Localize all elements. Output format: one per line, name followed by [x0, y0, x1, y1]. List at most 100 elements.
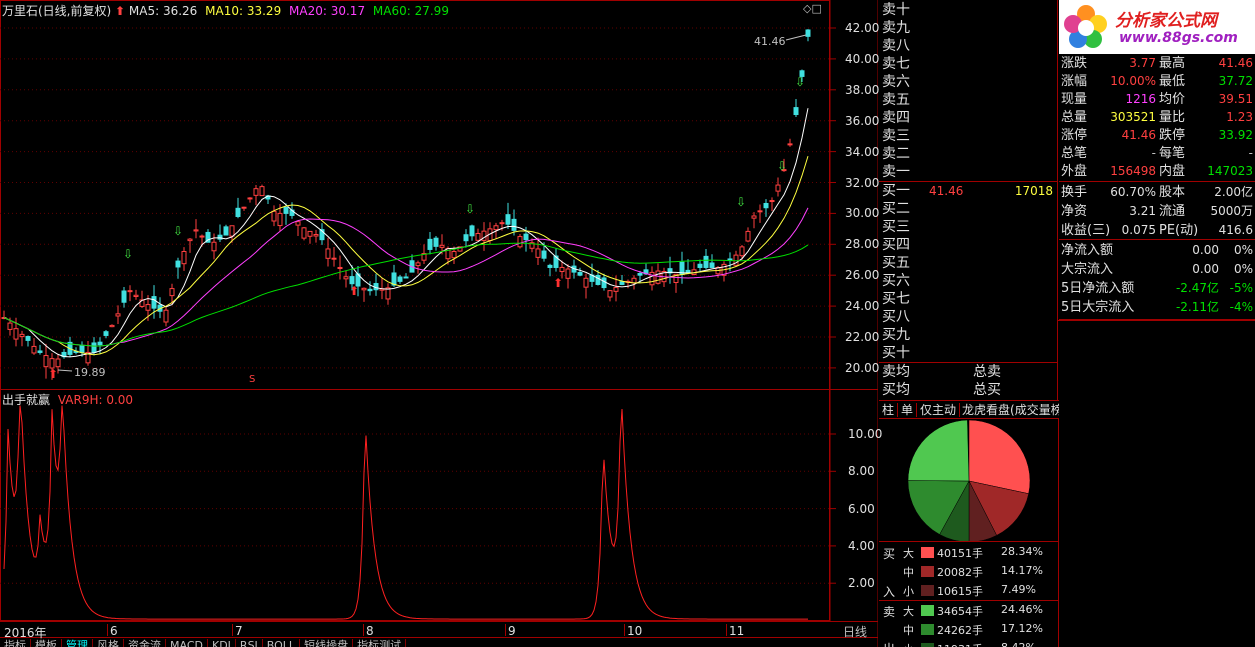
- tab-single[interactable]: 单: [898, 403, 918, 417]
- candle-body: [727, 258, 733, 261]
- buy-level-label: 买五: [882, 255, 910, 271]
- candle-body: [469, 225, 475, 237]
- tab-indicator[interactable]: 指标: [0, 639, 31, 647]
- flow-label: 5日净流入额: [1061, 281, 1135, 296]
- candle-body: [739, 246, 745, 257]
- tab-style[interactable]: 风格: [93, 639, 124, 647]
- price-tick: 38.00: [845, 82, 880, 97]
- candle-body: [259, 186, 265, 197]
- date-tick-mark: [107, 624, 108, 636]
- tab-manage[interactable]: 管理: [62, 639, 93, 647]
- candle-body: [97, 341, 103, 346]
- low-pointer: [57, 369, 73, 372]
- candle-body: [109, 324, 115, 328]
- quote-value: 41.46: [1218, 56, 1253, 70]
- candle-body: [151, 296, 157, 309]
- candle-body: [163, 309, 169, 323]
- candle-body: [505, 214, 511, 225]
- tab-indicator-test[interactable]: 指标测试: [353, 639, 407, 647]
- tab-active-only[interactable]: 仅主动: [917, 403, 961, 417]
- indicator-line: [3, 405, 808, 620]
- flow-label: 大宗流入: [1061, 262, 1114, 277]
- quote-value: 41.46: [1121, 128, 1156, 142]
- quote-value: 2.00亿: [1214, 185, 1253, 199]
- kline-chart[interactable]: ⇩ ⇩ ⇩ ⇩ ⇩ ⇩ ⬆ ⬆ ⬆: [0, 0, 878, 647]
- candle-body: [745, 230, 751, 242]
- date-tick: 6: [110, 624, 118, 638]
- quote-label: 内盘: [1159, 164, 1186, 179]
- buy-level-label: 买二: [882, 201, 910, 217]
- quote-panel: 涨跌 3.77 最高 41.46 涨幅 10.00% 最低 37.72 现量 1216 均价 39.5…: [1059, 54, 1255, 320]
- price-tick: 26.00: [845, 268, 880, 283]
- sell-level-label: 卖六: [882, 74, 910, 90]
- flower-logo-icon: [1064, 5, 1107, 48]
- stock-title: 万里石(日线,前复权): [2, 4, 112, 18]
- price-tick: 32.00: [845, 175, 880, 190]
- candle-body: [91, 342, 97, 353]
- quote-value: -: [1151, 146, 1156, 160]
- panel-tabs: 柱单仅主动 龙虎看盘(成交量榜): [879, 400, 1059, 419]
- maximize-icon[interactable]: □: [811, 2, 821, 15]
- buy-level-volume: 17018: [1014, 184, 1053, 198]
- candle-body: [37, 350, 43, 353]
- candle-body: [415, 262, 421, 267]
- candle-body: [511, 218, 517, 231]
- quote-value: 5000万: [1210, 204, 1253, 218]
- candle-body: [331, 257, 337, 260]
- candle-body: [367, 288, 373, 292]
- quote-value: 1.23: [1226, 110, 1253, 124]
- tab-bar-chart[interactable]: 柱: [879, 403, 899, 417]
- tab-capital-flow[interactable]: 资金流: [124, 639, 166, 647]
- candle-body: [619, 281, 625, 285]
- tab-template[interactable]: 模板: [31, 639, 62, 647]
- total-sell-label: 总卖: [973, 364, 1001, 380]
- flow-size-label: 小: [903, 641, 914, 647]
- candle-body: [187, 238, 193, 242]
- flow-percent: 8.42%: [1001, 641, 1036, 647]
- tab-short-trade[interactable]: 短线操盘: [300, 639, 354, 647]
- price-tick: 42.00: [845, 21, 880, 35]
- candle-body: [361, 287, 367, 291]
- ma5-line: [3, 108, 809, 358]
- candle-body: [523, 233, 529, 241]
- tab-macd[interactable]: MACD: [166, 639, 208, 647]
- indicator-var: VAR9H: 0.00: [57, 393, 134, 407]
- tab-kdj[interactable]: KDJ: [208, 639, 236, 647]
- candle-body: [517, 236, 523, 248]
- flow-percent: 17.12%: [1001, 622, 1043, 635]
- candle-body: [403, 276, 409, 279]
- candle-body: [121, 290, 127, 303]
- indicator-tick: 6.00: [848, 501, 875, 516]
- candle-body: [43, 355, 49, 368]
- flow-volume: 40151手: [937, 547, 983, 560]
- divider: [879, 600, 1059, 601]
- buy-level-label: 买三: [882, 219, 910, 235]
- price-tick: 34.00: [845, 144, 880, 159]
- flow-percent: 28.34%: [1001, 545, 1043, 558]
- candle-body: [31, 345, 37, 354]
- candle-body: [169, 288, 175, 297]
- candle-body: [325, 248, 331, 259]
- tab-rsi[interactable]: RSI: [236, 639, 263, 647]
- up-arrow-icon: ⬆: [349, 284, 359, 298]
- down-arrow-icon: ⇩: [777, 159, 787, 173]
- date-tick: 9: [508, 624, 516, 638]
- logo-url: www.88gs.com: [1119, 30, 1238, 46]
- date-tick: 8: [366, 624, 374, 638]
- period-label[interactable]: 日线: [843, 623, 867, 640]
- tab-boll[interactable]: BOLL: [263, 639, 301, 647]
- candle-body: [235, 207, 241, 217]
- sell-level-label: 卖一: [882, 164, 910, 180]
- quote-value: 156498: [1110, 164, 1156, 178]
- chart-legend: 万里石(日线,前复权) ⬆ MA5: 36.26 MA10: 33.29 MA2…: [2, 2, 449, 19]
- tab-dragon-tiger[interactable]: 龙虎看盘(成交量榜): [960, 403, 1059, 417]
- quote-label: 最低: [1159, 74, 1186, 89]
- candle-body: [775, 184, 781, 192]
- candle-body: [805, 29, 811, 37]
- candle-body: [79, 345, 85, 353]
- main-chart-panel[interactable]: ⇩ ⇩ ⇩ ⇩ ⇩ ⇩ ⬆ ⬆ ⬆ 万里石(日线,前复权) ⬆ MA5: 36.26 MA10:…: [0, 0, 882, 647]
- candle-body: [349, 276, 355, 285]
- flow-value: 0.00: [1192, 243, 1219, 257]
- up-arrow-icon: ⬆: [115, 4, 126, 18]
- quote-label: 涨停: [1061, 128, 1088, 143]
